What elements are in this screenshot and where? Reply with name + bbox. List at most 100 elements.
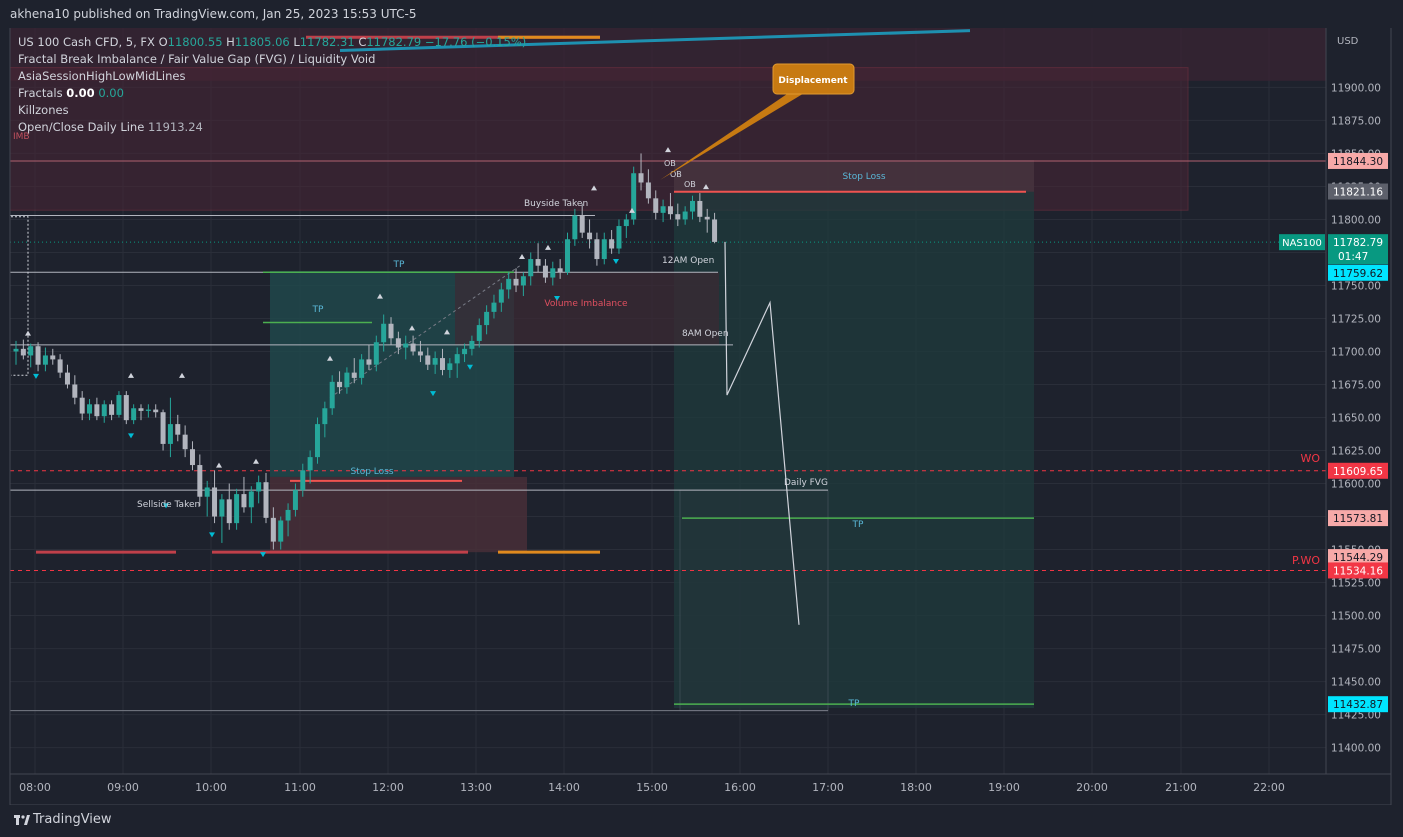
candle-body (484, 311, 490, 326)
candle-body (439, 358, 445, 370)
price-badge-label: 11821.16 (1333, 187, 1383, 199)
legend-o-label: O (158, 35, 168, 49)
candle-body (601, 239, 607, 260)
label-ob-1: OB (664, 159, 676, 168)
candle-body (197, 465, 203, 497)
price-badge-label: 11782.79 (1333, 237, 1383, 249)
candle-body (476, 325, 482, 341)
x-tick-label: 10:00 (195, 781, 227, 794)
candle-body (579, 215, 585, 233)
price-badge-countdown: 01:47 (1338, 251, 1368, 263)
x-tick-label: 22:00 (1253, 781, 1285, 794)
candle-body (123, 395, 129, 421)
candle-body (204, 487, 210, 497)
y-tick-label: 11500.00 (1331, 611, 1381, 623)
candle-body (20, 348, 26, 356)
label-sellside-taken: Sellside Taken (137, 500, 200, 510)
candle-body (462, 348, 468, 355)
candle-body (697, 200, 703, 217)
candle-body (337, 381, 343, 388)
x-tick-label: 12:00 (372, 781, 404, 794)
x-tick-label: 16:00 (724, 781, 756, 794)
candle-body (263, 482, 269, 518)
y-tick-label: 11800.00 (1331, 214, 1381, 226)
candle-body (403, 343, 409, 348)
legend-change: −17.76 (−0.15%) (424, 35, 527, 49)
y-tick-label: 11875.00 (1331, 115, 1381, 127)
candle-body (182, 434, 188, 450)
legend-indicator-daily-line[interactable]: Open/Close Daily Line 11913.24 (18, 119, 526, 136)
candle-body (712, 219, 718, 242)
candle-body (528, 259, 534, 277)
candle-body (64, 372, 70, 385)
label-midnight-open: 12AM Open (662, 256, 714, 266)
x-tick-label: 14:00 (548, 781, 580, 794)
y-tick-label: 11475.00 (1331, 644, 1381, 656)
candle-body (101, 404, 107, 417)
legend-indicator-fractals[interactable]: Fractals 0.00 0.00 (18, 85, 526, 102)
x-tick-label: 20:00 (1076, 781, 1108, 794)
candle-body (645, 182, 651, 199)
y-tick-label: 11725.00 (1331, 313, 1381, 325)
candle-body (381, 323, 387, 343)
price-badge-label: 11759.62 (1333, 268, 1383, 280)
candle-body (660, 206, 666, 213)
fractals-value-2: 0.00 (98, 86, 124, 100)
brand[interactable]: TradingView (14, 812, 112, 827)
candle-body (94, 404, 100, 417)
daily-fvg-zone (679, 489, 829, 712)
axis-currency: USD (1337, 36, 1359, 47)
candle-body (175, 424, 181, 435)
legend-indicator-fvg[interactable]: Fractal Break Imbalance / Fair Value Gap… (18, 51, 526, 68)
legend-indicator-asia[interactable]: AsiaSessionHighLowMidLines (18, 68, 526, 85)
candle-body (329, 381, 335, 409)
label-tp-short-1: TP (852, 520, 864, 530)
candle-body (256, 482, 262, 492)
label-tp-long-2: TP (312, 305, 324, 315)
y-tick-label: 11750.00 (1331, 280, 1381, 292)
y-tick-label: 11650.00 (1331, 413, 1381, 425)
legend-indicator-killzones[interactable]: Killzones (18, 102, 526, 119)
x-tick-label: 17:00 (812, 781, 844, 794)
candle-body (638, 173, 644, 183)
tradingview-logo-icon (14, 814, 30, 826)
candle-body (189, 449, 195, 466)
candle-body (513, 278, 519, 286)
candle-body (116, 395, 122, 415)
candle-body (28, 346, 34, 356)
label-volume-imbalance: Volume Imbalance (544, 299, 628, 309)
daily-line-label: Open/Close Daily Line (18, 120, 145, 134)
candle-body (572, 215, 578, 240)
legend-h-label: H (226, 35, 235, 49)
candle-body (690, 200, 696, 212)
long-stop-zone (270, 476, 527, 553)
candle-body (300, 470, 306, 491)
candle-body (410, 343, 416, 352)
candle-body (609, 239, 615, 249)
y-tick-label: 11625.00 (1331, 446, 1381, 458)
candle-body (469, 340, 475, 349)
candle-body (498, 289, 504, 303)
y-tick-label: 11450.00 (1331, 677, 1381, 689)
candle-body (145, 409, 151, 411)
candle-body (447, 363, 453, 370)
label-daily-fvg: Daily FVG (784, 478, 828, 488)
candle-body (57, 359, 63, 373)
candle-body (542, 265, 548, 278)
legend-ohlc: US 100 Cash CFD, 5, FX O11800.55 H11805.… (18, 34, 526, 51)
daily-line-value: 11913.24 (147, 120, 203, 134)
y-tick-label: 11600.00 (1331, 479, 1381, 491)
candle-body (138, 408, 144, 411)
candle-body (50, 355, 56, 360)
label-displacement: Displacement (778, 76, 848, 86)
label-tp-long-1: TP (393, 260, 405, 270)
legend-open: 11800.55 (167, 35, 223, 49)
candle (631, 166, 637, 225)
price-badge-label: 11609.65 (1333, 466, 1383, 478)
candle-body (506, 278, 512, 290)
label-buyside-taken: Buyside Taken (524, 199, 588, 209)
x-tick-label: 11:00 (284, 781, 316, 794)
x-tick-label: 19:00 (988, 781, 1020, 794)
legend-high: 11805.06 (234, 35, 290, 49)
candle-body (359, 359, 365, 378)
